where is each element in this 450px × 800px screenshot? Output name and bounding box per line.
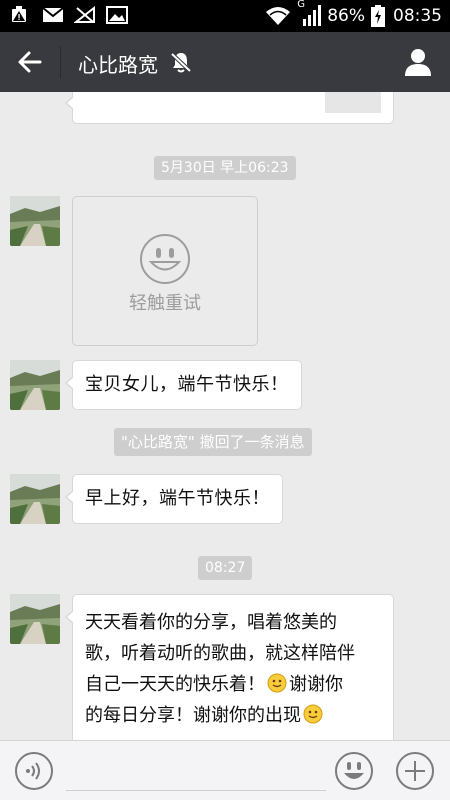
message-line-text: 的每日分享！谢谢你的出现 (85, 705, 301, 726)
message-line-text: 自己一天天的快乐着！ (85, 674, 265, 695)
voice-icon[interactable] (14, 751, 54, 791)
status-bar: G 86% 08:35 (0, 0, 450, 32)
signal-icon: G (297, 0, 322, 27)
previous-message-bubble[interactable] (65, 92, 394, 124)
message-text: 天天看着你的分享，唱着悠美的 歌，听着动听的歌曲，就这样陪伴 自己一天天的快乐着… (73, 595, 393, 740)
tap-to-retry-label[interactable]: 轻触重试 (73, 289, 257, 315)
smile-emoji-icon (267, 673, 287, 693)
battery-percent: 86% (327, 6, 365, 26)
timestamp: 5月30日 早上06:23 (154, 156, 296, 180)
message-text: 早上好，端午节快乐！ (85, 488, 270, 509)
message-input[interactable] (66, 751, 326, 791)
message-line: 天天看着你的分享，唱着悠美的 (85, 612, 337, 633)
message-bubble[interactable]: 早上好，端午节快乐！ (65, 474, 283, 524)
recall-notice: "心比路宽" 撤回了一条消息 (114, 428, 312, 456)
battery-charging-icon (371, 5, 385, 27)
message-text: 宝贝女儿，端午节快乐！ (85, 374, 289, 395)
message-line: 歌，听着动听的歌曲，就这样陪伴 (85, 643, 355, 664)
avatar[interactable] (10, 594, 60, 644)
sim-no-signal-icon (74, 6, 95, 23)
emoji-face-icon[interactable] (334, 751, 374, 791)
avatar[interactable] (10, 360, 60, 410)
clock: 08:35 (393, 6, 442, 26)
message-bubble[interactable]: 宝贝女儿，端午节快乐！ (65, 360, 302, 410)
chat-header: 心比路宽 (0, 32, 450, 92)
bell-off-icon (170, 52, 192, 73)
mail-icon (42, 7, 64, 22)
header-divider (60, 46, 61, 78)
smile-emoji-icon (303, 704, 323, 724)
plus-circle-icon[interactable] (395, 751, 435, 791)
system-status: G 86% 08:35 (265, 0, 442, 27)
wifi-icon (266, 7, 291, 25)
arrow-left-icon[interactable] (12, 44, 48, 80)
chat-title: 心比路宽 (78, 53, 158, 77)
person-icon[interactable] (402, 46, 434, 78)
chat-area[interactable]: 5月30日 早上06:23 轻触重试 宝贝女儿，端午节快乐！ "心比路宽" 撤回… (0, 92, 450, 740)
message-line-text: 谢谢你 (289, 674, 343, 695)
message-line: 的每日分享！谢谢你的出现 (85, 700, 383, 731)
timestamp: 08:27 (198, 556, 253, 580)
failed-image-message[interactable]: 轻触重试 (72, 196, 258, 346)
warning-notification-icon (12, 6, 26, 22)
message-bubble[interactable]: 天天看着你的分享，唱着悠美的 歌，听着动听的歌曲，就这样陪伴 自己一天天的快乐着… (65, 594, 394, 740)
avatar[interactable] (10, 196, 60, 246)
notification-icons (10, 6, 128, 24)
avatar[interactable] (10, 474, 60, 524)
message-line: 自己一天天的快乐着！ 谢谢你 (85, 669, 383, 700)
input-bar (0, 740, 450, 800)
image-icon (106, 6, 128, 24)
smile-face-icon (140, 234, 190, 284)
